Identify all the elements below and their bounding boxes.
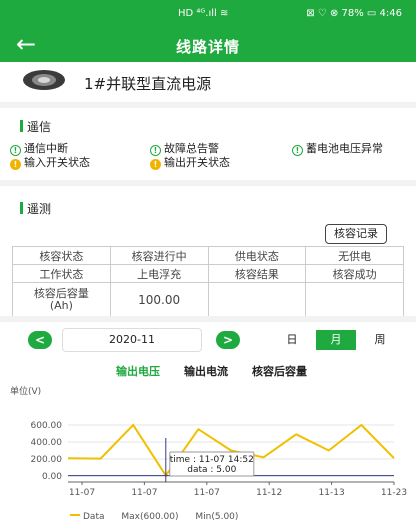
- table-cell: 无供电: [305, 246, 404, 265]
- status-green-icon: !: [292, 145, 303, 156]
- date-picker[interactable]: 2020-11: [62, 328, 202, 352]
- table-cell: 供电状态: [207, 246, 307, 265]
- legend-min: Min(5.00): [195, 512, 239, 522]
- status-bar: HD ⁴ᴳ.ıll ≋ ⊠ ♡ ⊗ 78% ▭ 4:46: [0, 0, 416, 28]
- next-period-button[interactable]: >: [216, 331, 240, 349]
- device-name: 1#并联型直流电源: [84, 75, 212, 93]
- tab-output-voltage[interactable]: 输出电压: [116, 363, 160, 379]
- table-row: 工作状态 上电浮充 核容结果 核容成功: [12, 264, 404, 283]
- legend-max: Max(600.00): [121, 512, 179, 522]
- x-tick-label: 11-07: [194, 488, 220, 498]
- divider: [0, 316, 416, 322]
- voltage-line-chart: 600.00 400.00 200.00 0.00 11-07 11-07 11-07 11-…: [31, 421, 408, 498]
- y-tick-label: 400.00: [31, 438, 63, 448]
- prev-period-button[interactable]: <: [28, 331, 52, 349]
- table-cell: [207, 282, 307, 317]
- divider: [0, 180, 416, 186]
- status-yellow-icon: !: [150, 159, 161, 170]
- y-tick-label: 600.00: [31, 421, 63, 431]
- telesignal-title: 遥信: [20, 118, 51, 135]
- signal-item: ! 输出开关状态: [150, 154, 230, 170]
- chart-legend: Data Max(600.00) Min(5.00): [70, 512, 252, 522]
- tooltip-time: time : 11-07 14:52: [170, 455, 254, 465]
- divider: [0, 102, 416, 108]
- period-day-tab[interactable]: 日: [272, 330, 312, 350]
- status-yellow-icon: !: [10, 159, 21, 170]
- table-cell: 核容状态: [12, 246, 111, 265]
- table-cell: 100.00: [109, 282, 209, 317]
- y-tick-label: 0.00: [42, 472, 62, 482]
- capacity-record-button[interactable]: 核容记录: [325, 224, 387, 244]
- y-tick-label: 200.00: [31, 455, 63, 465]
- table-cell: 工作状态: [12, 264, 111, 283]
- x-tick-label: 11-23: [381, 488, 407, 498]
- period-week-tab[interactable]: 周: [360, 330, 400, 350]
- table-cell: 上电浮充: [109, 264, 209, 283]
- period-month-tab[interactable]: 月: [316, 330, 356, 350]
- table-cell: [305, 282, 404, 317]
- table-cell: 核容进行中: [109, 246, 209, 265]
- table-row: 核容后容量 (Ah) 100.00: [12, 282, 404, 317]
- x-tick-label: 11-07: [69, 488, 95, 498]
- telemetry-table: 核容状态 核容进行中 供电状态 无供电 工作状态 上电浮充 核容结果 核容成功 …: [12, 246, 404, 317]
- nav-bar: ← 线路详情: [0, 28, 416, 62]
- x-tick-label: 11-12: [256, 488, 282, 498]
- tab-capacity-after[interactable]: 核容后容量: [252, 363, 307, 379]
- power-supply-icon: [23, 70, 65, 90]
- table-cell: 核容结果: [207, 264, 307, 283]
- table-cell: 核容成功: [305, 264, 404, 283]
- table-cell: 核容后容量 (Ah): [12, 282, 111, 317]
- legend-swatch: [70, 514, 80, 516]
- legend-series: Data: [70, 512, 105, 522]
- x-tick-label: 11-13: [319, 488, 345, 498]
- signal-item: ! 输入开关状态: [10, 154, 90, 170]
- x-tick-label: 11-07: [131, 488, 157, 498]
- signal-item: ! 蓄电池电压异常: [292, 140, 383, 156]
- tooltip-data: data : 5.00: [187, 465, 236, 475]
- telemetry-title: 遥测: [20, 200, 51, 217]
- signal-status: HD ⁴ᴳ.ıll ≋: [178, 8, 229, 19]
- table-row: 核容状态 核容进行中 供电状态 无供电: [12, 246, 404, 265]
- device-header: 1#并联型直流电源: [0, 62, 416, 102]
- tab-output-current[interactable]: 输出电流: [184, 363, 228, 379]
- battery-time-status: ⊠ ♡ ⊗ 78% ▭ 4:46: [306, 8, 402, 19]
- page-title: 线路详情: [175, 38, 240, 56]
